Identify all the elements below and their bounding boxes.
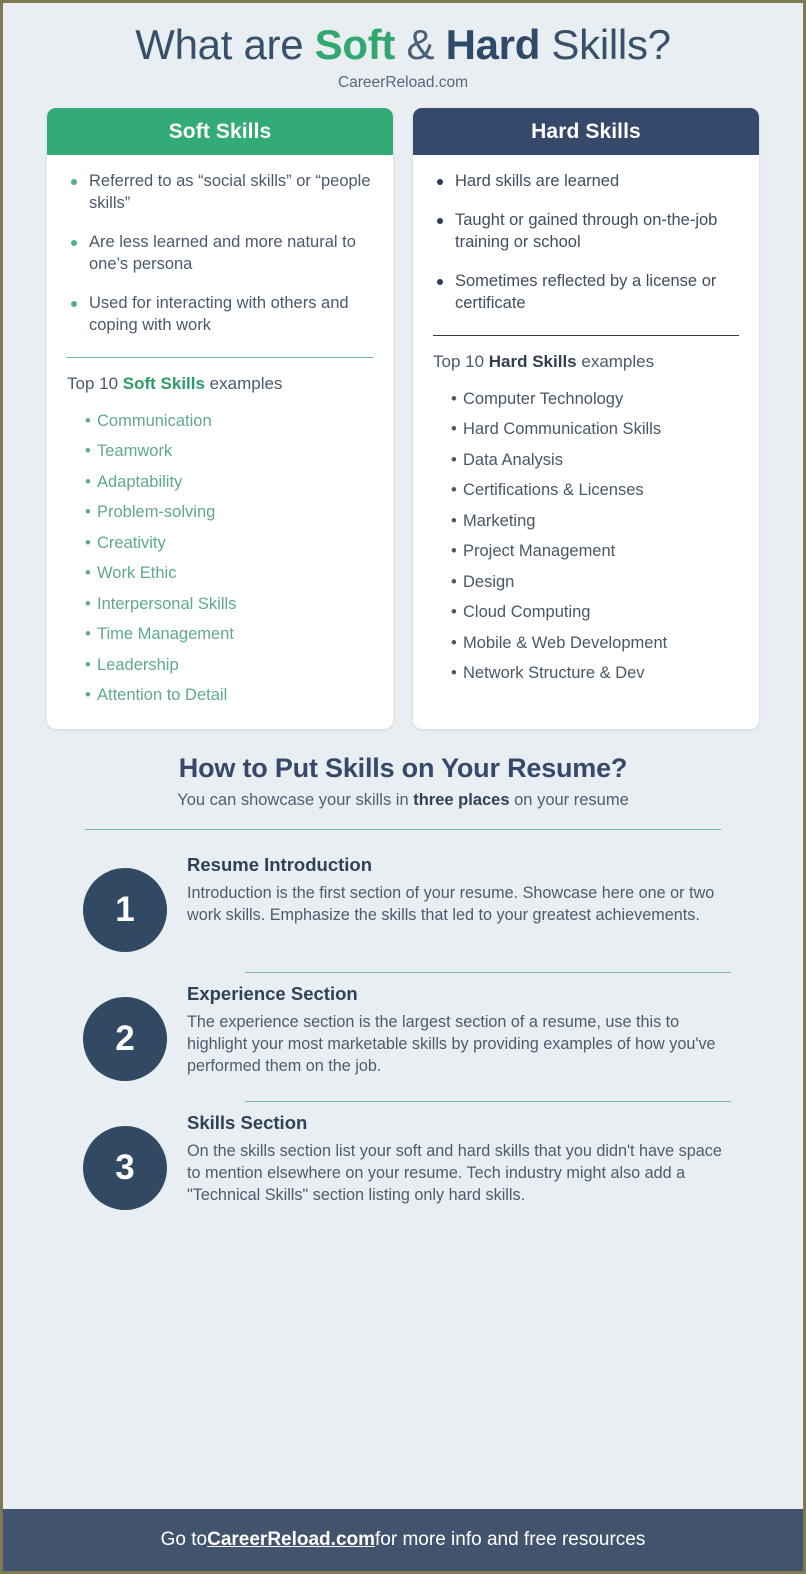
howto-sub-post: on your resume [509,790,629,809]
howto-steps-list: 1 Resume Introduction Introduction is th… [47,844,759,1216]
step-number-badge: 3 [83,1125,167,1210]
howto-title: How to Put Skills on Your Resume? [178,752,628,783]
list-item: Taught or gained through on-the-job trai… [433,210,739,254]
list-item: Mobile & Web Development [451,628,739,659]
howto-step-3: 3 Skills Section On the skills section l… [47,1102,759,1216]
hard-top10-pre: Top 10 [433,351,489,371]
list-item: Communication [85,406,373,437]
title-word-hard: Hard [445,21,541,68]
list-item: Leadership [85,650,373,681]
howto-step-1: 1 Resume Introduction Introduction is th… [47,844,759,958]
list-item: Referred to as “social skills” or “peopl… [67,171,373,215]
list-item: Marketing [451,506,739,537]
infographic-page: What are Soft & Hard Skills? CareerReloa… [0,0,806,1574]
skills-cards-row: Soft Skills Referred to as “social skill… [3,98,803,729]
list-item: Work Ethic [85,558,373,589]
howto-section: How to Put Skills on Your Resume? You ca… [3,729,803,1509]
step-title: Experience Section [187,982,358,1004]
title-ampersand: & [395,21,446,68]
title-word-soft: Soft [314,21,396,68]
howto-step-2: 2 Experience Section The experience sect… [47,973,759,1087]
step-description: The experience section is the largest se… [187,1012,716,1075]
soft-card-divider [67,356,373,358]
list-item: Hard skills are learned [433,171,739,193]
step-number-badge: 1 [83,867,167,952]
hard-card-divider [433,334,739,336]
title-part-post: Skills? [540,21,671,68]
soft-skills-traits-list: Referred to as “social skills” or “peopl… [67,171,373,337]
list-item: Are less learned and more natural to one… [67,232,373,276]
list-item: Sometimes reflected by a license or cert… [433,271,739,315]
hard-top10-bold: Hard Skills [488,351,577,371]
title-part-pre: What are [135,21,315,68]
hard-top10-heading: Top 10 Hard Skills examples [433,352,739,372]
hard-skills-examples-list: Computer Technology Hard Communication S… [433,384,739,689]
step-description: On the skills section list your soft and… [187,1141,722,1204]
soft-top10-heading: Top 10 Soft Skills examples [67,374,373,394]
step-text-block: Experience Section The experience sectio… [187,983,759,1078]
page-footer: Go to CareerReload.com for more info and… [3,1509,803,1571]
list-item: Time Management [85,619,373,650]
list-item: Computer Technology [451,384,739,415]
hard-top10-post: examples [576,351,655,371]
footer-text-post: for more info and free resources [375,1529,646,1550]
step-title: Resume Introduction [187,853,373,875]
list-item: Creativity [85,528,373,559]
list-item: Adaptability [85,467,373,498]
list-item: Project Management [451,536,739,567]
list-item: Hard Communication Skills [451,414,739,445]
howto-sub-pre: You can showcase your skills in [177,790,414,809]
list-item: Used for interacting with others and cop… [67,293,373,337]
howto-top-rule [85,828,721,830]
step-text-block: Skills Section On the skills section lis… [187,1112,759,1207]
step-text-block: Resume Introduction Introduction is the … [187,854,759,927]
step-description: Introduction is the first section of you… [187,883,715,924]
list-item: Network Structure & Dev [451,658,739,689]
careerreload-link[interactable]: CareerReload.com [207,1529,375,1551]
soft-skills-card-header: Soft Skills [47,108,393,156]
list-item: Certifications & Licenses [451,475,739,506]
howto-sub-bold: three places [413,790,510,809]
soft-top10-bold: Soft Skills [122,373,205,393]
list-item: Interpersonal Skills [85,589,373,620]
howto-subtitle: You can showcase your skills in three pl… [47,791,759,810]
soft-top10-post: examples [204,373,283,393]
soft-top10-pre: Top 10 [67,373,123,393]
site-subtitle: CareerReload.com [337,74,469,92]
soft-skills-card-body: Referred to as “social skills” or “peopl… [47,155,393,729]
soft-skills-examples-list: Communication Teamwork Adaptability Prob… [67,406,373,711]
step-number-badge: 2 [83,996,167,1081]
list-item: Problem-solving [85,497,373,528]
hard-skills-card-body: Hard skills are learned Taught or gained… [413,155,759,729]
page-header: What are Soft & Hard Skills? CareerReloa… [3,3,803,98]
list-item: Design [451,567,739,598]
hard-skills-card: Hard Skills Hard skills are learned Taug… [413,108,759,729]
page-title: What are Soft & Hard Skills? [23,21,783,68]
list-item: Teamwork [85,436,373,467]
soft-skills-card: Soft Skills Referred to as “social skill… [47,108,393,729]
list-item: Cloud Computing [451,597,739,628]
footer-text-pre: Go to [160,1529,208,1550]
hard-skills-traits-list: Hard skills are learned Taught or gained… [433,171,739,315]
step-title: Skills Section [187,1111,308,1133]
hard-skills-card-header: Hard Skills [413,108,759,156]
list-item: Attention to Detail [85,680,373,711]
list-item: Data Analysis [451,445,739,476]
